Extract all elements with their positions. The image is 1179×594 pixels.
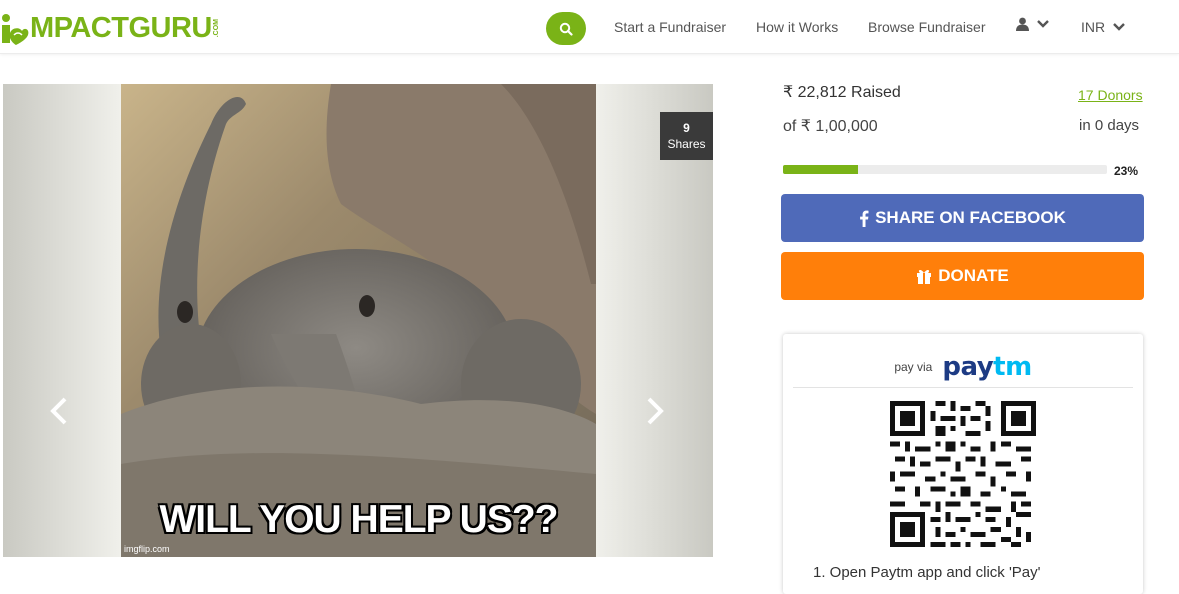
share-facebook-button[interactable]: SHARE ON FACEBOOK [781, 194, 1144, 242]
paytm-logo-tm: tm [993, 352, 1032, 382]
gift-icon [917, 269, 932, 284]
donate-button[interactable]: DONATE [781, 252, 1144, 300]
baby-elephant-image [121, 84, 596, 557]
donate-label: DONATE [938, 266, 1009, 285]
progress-fill [783, 165, 858, 174]
shares-label: Shares [667, 137, 706, 151]
currency-selector[interactable]: INR [1081, 19, 1125, 35]
campaign-photo: WILL YOU HELP US?? imgflip.com [121, 84, 596, 557]
shares-badge: 9 Shares [660, 112, 713, 160]
divider [793, 387, 1133, 388]
progress-percent: 23% [1114, 164, 1139, 178]
pay-via-label: pay via [894, 360, 933, 374]
paytm-header: pay via paytm [783, 352, 1143, 382]
meme-caption: WILL YOU HELP US?? [159, 498, 558, 541]
carousel-next-icon[interactable] [643, 396, 667, 426]
watermark: imgflip.com [124, 544, 170, 554]
paytm-logo-pay: pay [942, 352, 994, 382]
user-menu[interactable] [1016, 17, 1049, 31]
amount-raised: ₹ 22,812 Raised [783, 84, 901, 101]
share-facebook-label: SHARE ON FACEBOOK [875, 208, 1066, 227]
goal-amount: of ₹ 1,00,000 [783, 118, 878, 135]
nav-start-fundraiser[interactable]: Start a Fundraiser [614, 19, 726, 35]
paytm-logo: paytm [942, 352, 1032, 382]
heart-hands-icon [2, 14, 29, 45]
progress-bar [783, 165, 1107, 174]
paytm-qr-code [890, 401, 1036, 547]
donors-link[interactable]: 17 Donors [1078, 87, 1143, 103]
impactguru-logo[interactable]: MPACTGURU .COM [0, 10, 220, 46]
shares-count: 9 [683, 121, 690, 135]
chevron-down-icon [1113, 23, 1125, 31]
currency-label: INR [1081, 19, 1106, 35]
search-button[interactable] [546, 12, 586, 45]
search-icon [559, 22, 573, 36]
user-icon [1016, 17, 1029, 31]
days-left: in 0 days [1079, 117, 1140, 134]
nav-how-it-works[interactable]: How it Works [756, 19, 838, 35]
carousel-prev-icon[interactable] [47, 396, 71, 426]
chevron-down-icon [1037, 20, 1049, 28]
campaign-image-carousel: WILL YOU HELP US?? imgflip.com [3, 84, 713, 557]
logo-text: MPACTGURU [30, 11, 212, 44]
nav-browse-fundraiser[interactable]: Browse Fundraiser [868, 19, 986, 35]
paytm-qr-card: pay via paytm 1. Open Paytm app and clic… [783, 334, 1143, 594]
logo-domain: .COM [212, 18, 220, 38]
paytm-instruction: 1. Open Paytm app and click 'Pay' [813, 564, 1041, 581]
facebook-icon [860, 210, 869, 227]
top-navbar: MPACTGURU .COM Start a Fundraiser How it… [0, 0, 1179, 54]
